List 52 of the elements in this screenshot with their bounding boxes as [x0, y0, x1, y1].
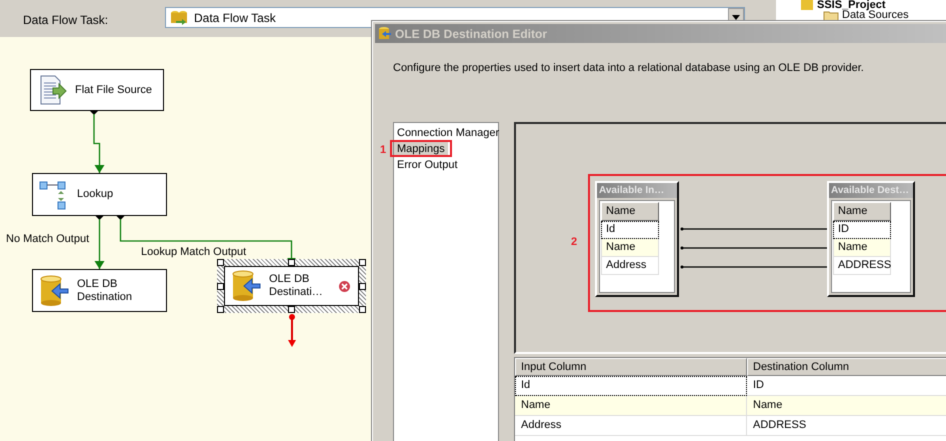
column-header[interactable]: Name	[833, 202, 891, 220]
column-item[interactable]: Name	[833, 238, 891, 256]
path-label: No Match Output	[6, 232, 90, 247]
annotation-box	[390, 140, 452, 156]
table-cell: Name	[747, 396, 946, 416]
table-cell: Address	[515, 416, 747, 436]
column-item[interactable]: ADDRESS	[833, 256, 891, 274]
mapping-line[interactable]	[680, 227, 827, 230]
resize-handle[interactable]	[359, 282, 366, 290]
table-cell: Name	[515, 396, 747, 416]
node-label: Lookup	[77, 188, 114, 201]
path-connector[interactable]	[94, 216, 104, 269]
mapping-line[interactable]	[680, 246, 827, 249]
destination-node[interactable]: OLE DB Destinati…	[224, 266, 359, 306]
column-item[interactable]: Address	[601, 256, 659, 274]
dialog-description: Configure the properties used to insert data into a relational database using an OLE DB provider.	[393, 61, 865, 76]
error-icon	[339, 280, 350, 292]
node-label: OLE DB Destinati…	[269, 273, 324, 299]
list-title: Available Dest…	[829, 182, 913, 198]
annotation-number: 1	[380, 142, 386, 158]
resize-handle[interactable]	[359, 306, 366, 313]
column-header[interactable]: Name	[601, 202, 659, 220]
column-header[interactable]: Destination Column	[747, 358, 946, 376]
lookup-node[interactable]: Lookup	[32, 173, 167, 216]
task-label: Data Flow Task:	[23, 12, 108, 29]
source-node[interactable]: Flat File Source	[30, 69, 164, 111]
dialog-title: OLE DB Destination Editor	[395, 26, 548, 42]
project-icon	[800, 0, 814, 11]
path-label: Lookup Match Output	[141, 246, 246, 258]
page-list-item[interactable]: Error Output	[394, 156, 461, 172]
resize-handle[interactable]	[359, 259, 366, 266]
table-cell: ADDRESS	[747, 416, 946, 436]
cylinder-arrow-icon	[39, 274, 69, 306]
resize-handle[interactable]	[217, 282, 224, 290]
path-connector[interactable]	[116, 216, 296, 260]
page-list-item[interactable]: Connection Manager	[394, 124, 502, 140]
annotation-number: 2	[571, 234, 578, 250]
node-label: OLE DB Destination	[77, 278, 134, 304]
cylinder-arrow-icon	[231, 270, 261, 302]
cylinders-icon	[170, 10, 188, 26]
resize-handle[interactable]	[217, 259, 224, 266]
resize-handle[interactable]	[217, 306, 224, 313]
mapping-line[interactable]	[680, 265, 827, 268]
tree-item[interactable]: SSIS_Project	[800, 0, 886, 11]
error-output-arrow[interactable]	[286, 314, 296, 348]
column-item[interactable]: Name	[601, 238, 659, 256]
column-header[interactable]: Input Column	[515, 358, 747, 376]
list-title: Available In…	[597, 182, 677, 198]
resize-handle[interactable]	[288, 259, 295, 266]
node-label: Flat File Source	[75, 84, 152, 96]
destination-node[interactable]: OLE DB Destination	[32, 269, 167, 312]
resize-handle[interactable]	[288, 306, 295, 313]
